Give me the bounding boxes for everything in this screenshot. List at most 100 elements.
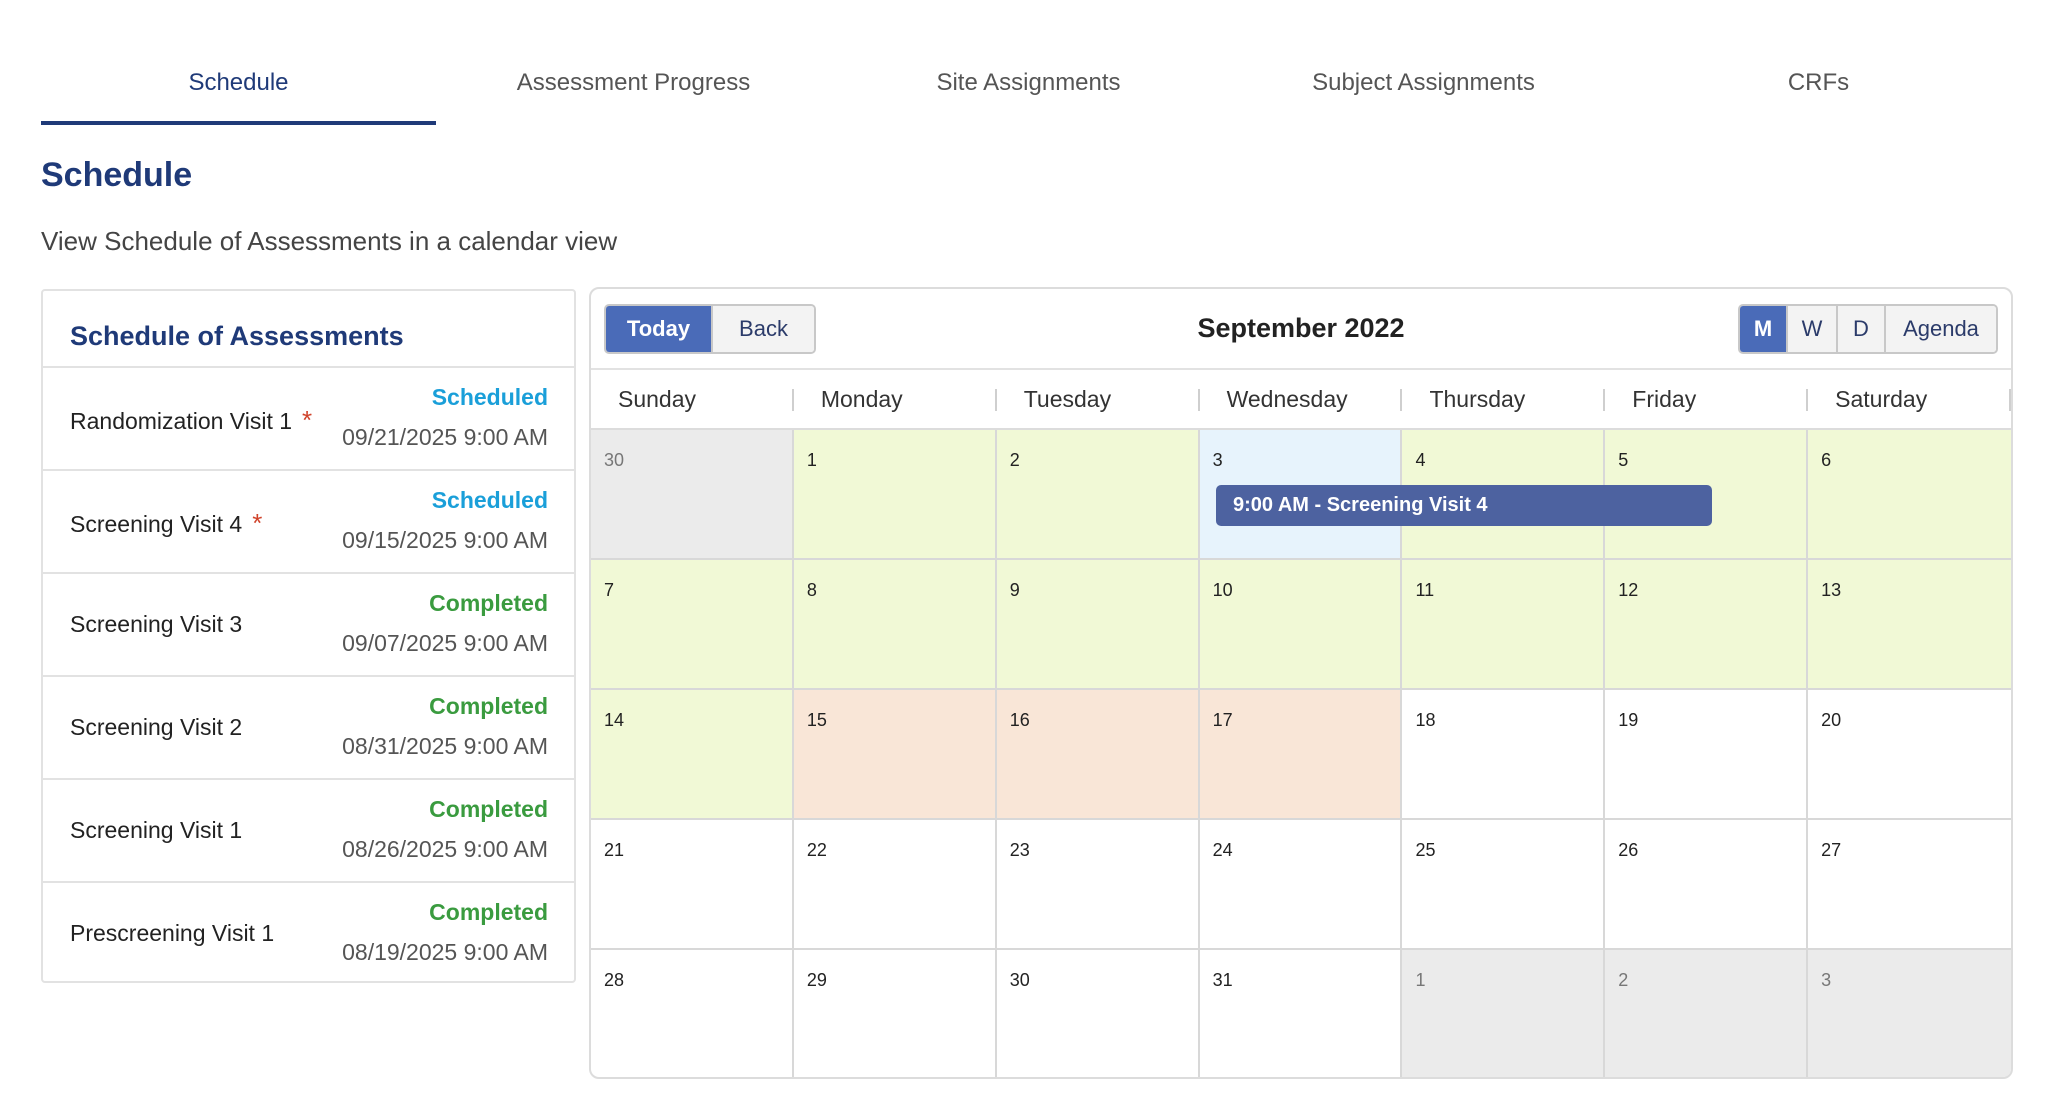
soa-item-prescreening-visit-1[interactable]: Prescreening Visit 1 Completed 08/19/202… [43, 883, 574, 986]
calendar-day-cell[interactable]: 20 [1808, 690, 2011, 818]
calendar-day-cell[interactable]: 30 [591, 430, 794, 558]
calendar-day-cell[interactable]: 19 [1605, 690, 1809, 818]
day-number: 1 [1415, 970, 1426, 990]
calendar-day-cell[interactable]: 3 [1808, 950, 2011, 1077]
calendar-day-cell[interactable]: 13 [1808, 560, 2011, 688]
calendar-day-cell[interactable]: 31 [1200, 950, 1403, 1077]
soa-item-name: Screening Visit 3 [70, 611, 243, 637]
day-number: 3 [1821, 970, 1832, 990]
calendar-day-cell[interactable]: 10 [1199, 560, 1403, 688]
calendar-day-cell[interactable]: 26 [1605, 820, 1809, 948]
tab-subject-assignments[interactable]: Subject Assignments [1226, 40, 1621, 125]
calendar-day-cell[interactable]: 25 [1402, 820, 1606, 948]
soa-item-name: Randomization Visit 1 * [70, 405, 313, 435]
calendar-day-cell[interactable]: 9 [996, 560, 1200, 688]
soa-item-randomization-visit-1[interactable]: Randomization Visit 1 * Scheduled 09/21/2… [43, 368, 574, 471]
soa-item-date: 08/31/2025 9:00 AM [342, 733, 548, 759]
day-number: 14 [604, 710, 625, 730]
today-button[interactable]: Today [606, 306, 713, 352]
calendar-day-cell[interactable]: 16 [996, 690, 1200, 818]
required-asterisk: * [302, 405, 313, 435]
weekday-label: Tuesday [997, 370, 1200, 428]
calendar-day-cell[interactable]: 11 [1402, 560, 1606, 688]
calendar-day-cell[interactable]: 27 [1808, 820, 2011, 948]
day-number: 12 [1618, 580, 1639, 600]
day-number: 15 [806, 710, 827, 730]
status-badge: Completed [429, 899, 548, 925]
month-grid: 30 1 2 3 4 5 6 7 8 9 10 11 12 13 14 15 16 17 18 19 20 21 22 23 2… [591, 430, 2011, 1077]
day-number: 1 [806, 450, 817, 470]
soa-item-screening-visit-2[interactable]: Screening Visit 2 Completed 08/31/2025 9… [43, 677, 574, 780]
calendar-day-cell[interactable]: 7 [591, 560, 794, 688]
day-number: 2 [1618, 970, 1629, 990]
calendar-week-row: 14 15 16 17 18 19 20 [591, 690, 2011, 820]
calendar-day-cell[interactable]: 14 [591, 690, 794, 818]
calendar-day-cell[interactable]: 2 [1605, 950, 1809, 1077]
weekday-label: Wednesday [1200, 370, 1403, 428]
day-number: 2 [1009, 450, 1020, 470]
day-number: 26 [1618, 840, 1639, 860]
calendar-day-cell[interactable]: 22 [794, 820, 997, 948]
day-number: 25 [1415, 840, 1436, 860]
status-badge: Scheduled [431, 487, 548, 513]
status-badge: Completed [429, 796, 548, 822]
soa-item-screening-visit-1[interactable]: Screening Visit 1 Completed 08/26/2025 9… [43, 780, 574, 883]
calendar-week-row: 21 22 23 24 25 26 27 [591, 820, 2011, 950]
day-number: 7 [604, 580, 615, 600]
calendar-week-row: 28 29 30 31 1 2 3 [591, 950, 2011, 1077]
calendar-day-cell[interactable]: 28 [591, 950, 794, 1077]
soa-item-screening-visit-4[interactable]: Screening Visit 4 * Scheduled 09/15/2025 … [43, 471, 574, 574]
day-number: 23 [1009, 840, 1030, 860]
back-button[interactable]: Back [713, 306, 814, 352]
calendar-day-cell[interactable]: 30 [997, 950, 1200, 1077]
calendar-day-cell[interactable]: 2 [996, 430, 1200, 558]
day-number: 4 [1415, 450, 1426, 470]
weekday-label: Thursday [1402, 370, 1606, 428]
schedule-of-assessments-panel: Schedule of Assessments Randomization Vi… [41, 289, 576, 983]
day-number: 17 [1212, 710, 1233, 730]
calendar-day-cell[interactable]: 17 [1199, 690, 1403, 818]
soa-header: Schedule of Assessments [43, 291, 574, 368]
soa-item-name: Screening Visit 1 [70, 817, 243, 843]
day-number: 9 [1009, 580, 1020, 600]
calendar: Today Back September 2022 M W D Agenda S… [589, 287, 2013, 1079]
day-number: 5 [1618, 450, 1629, 470]
calendar-day-cell[interactable]: 12 [1605, 560, 1809, 688]
day-number: 11 [1415, 580, 1435, 600]
month-view-button[interactable]: M [1740, 306, 1788, 352]
soa-item-screening-visit-3[interactable]: Screening Visit 3 Completed 09/07/2025 9… [43, 574, 574, 677]
calendar-day-cell[interactable]: 1 [1402, 950, 1606, 1077]
tab-schedule[interactable]: Schedule [41, 40, 436, 125]
day-view-button[interactable]: D [1838, 306, 1886, 352]
day-number: 16 [1009, 710, 1030, 730]
agenda-view-button[interactable]: Agenda [1886, 306, 1996, 352]
day-number: 27 [1821, 840, 1842, 860]
day-number: 30 [1009, 970, 1030, 990]
calendar-day-cell[interactable]: 18 [1402, 690, 1606, 818]
tab-site-assignments[interactable]: Site Assignments [831, 40, 1226, 125]
calendar-day-cell[interactable]: 6 [1808, 430, 2011, 558]
calendar-event[interactable]: 9:00 AM - Screening Visit 4 [1216, 485, 1712, 526]
day-number: 6 [1821, 450, 1832, 470]
calendar-day-cell[interactable]: 29 [794, 950, 997, 1077]
weekday-label: Saturday [1808, 370, 2011, 428]
tab-crfs[interactable]: CRFs [1621, 40, 2016, 125]
weekday-label: Friday [1605, 370, 1809, 428]
calendar-day-cell[interactable]: 24 [1200, 820, 1403, 948]
calendar-day-cell[interactable]: 15 [793, 690, 997, 818]
day-number: 10 [1212, 580, 1233, 600]
week-view-button[interactable]: W [1788, 306, 1838, 352]
calendar-day-cell[interactable]: 1 [793, 430, 997, 558]
tab-assessment-progress[interactable]: Assessment Progress [436, 40, 831, 125]
status-badge: Completed [429, 693, 548, 719]
soa-item-date: 09/15/2025 9:00 AM [342, 527, 548, 553]
calendar-day-cell[interactable]: 8 [793, 560, 997, 688]
required-asterisk: * [252, 508, 263, 538]
status-badge: Completed [429, 590, 548, 616]
day-number: 22 [806, 840, 827, 860]
calendar-day-cell[interactable]: 21 [591, 820, 794, 948]
soa-item-name: Screening Visit 2 [70, 714, 243, 740]
page-title: Schedule [41, 156, 193, 194]
calendar-day-cell[interactable]: 23 [997, 820, 1200, 948]
calendar-week-row: 7 8 9 10 11 12 13 [591, 560, 2011, 690]
